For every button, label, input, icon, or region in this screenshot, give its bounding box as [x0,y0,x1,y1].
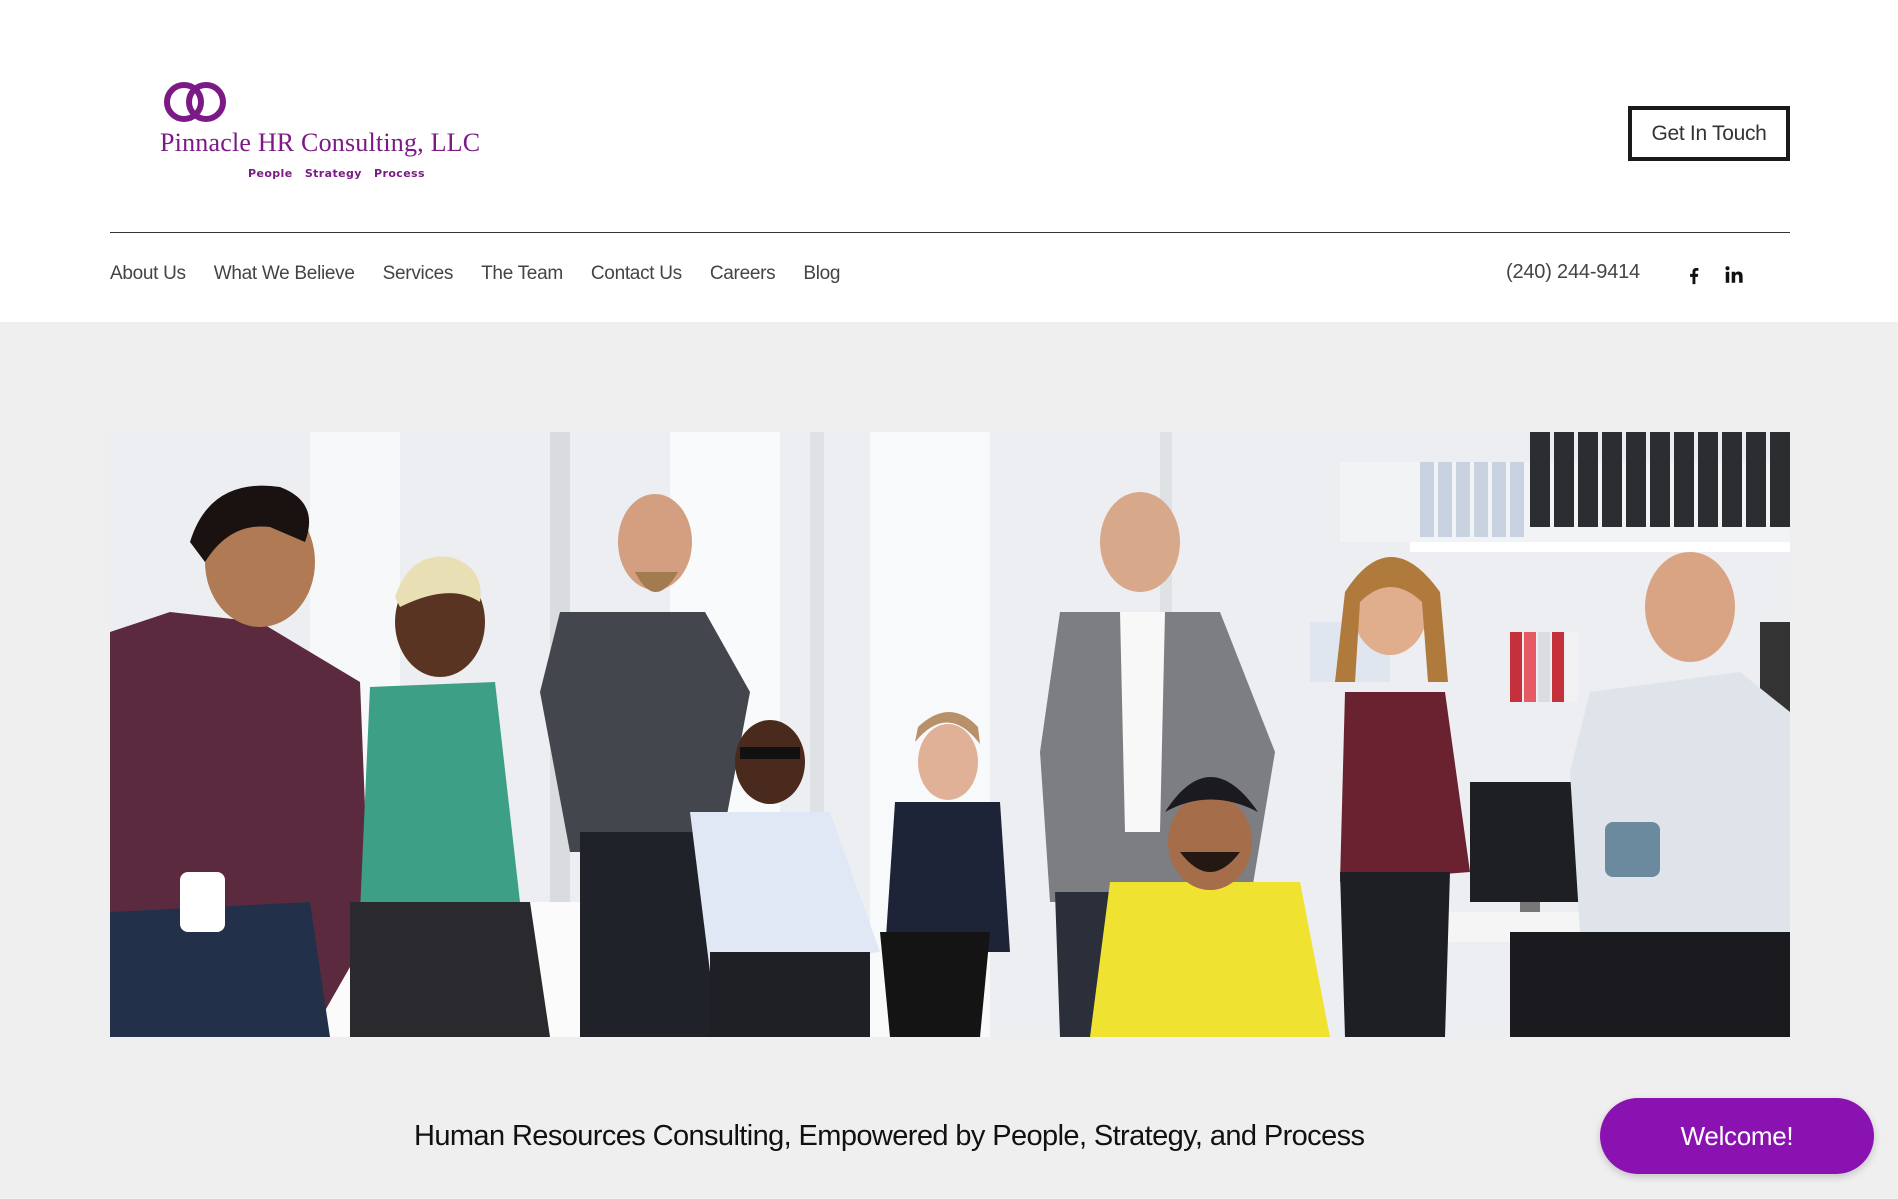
welcome-chat-button[interactable]: Welcome! [1600,1098,1874,1174]
linkedin-icon[interactable] [1721,262,1747,288]
nav-item-blog[interactable]: Blog [803,263,840,285]
company-logo[interactable]: Pinnacle HR Consulting, LLC People Strat… [160,76,510,186]
nav-item-what-we-believe[interactable]: What We Believe [214,263,355,285]
nav-item-services[interactable]: Services [383,263,454,285]
phone-number[interactable]: (240) 244-9414 [1506,261,1640,284]
nav-item-the-team[interactable]: The Team [481,263,563,285]
facebook-icon[interactable] [1681,262,1707,288]
nav-item-careers[interactable]: Careers [710,263,776,285]
main-nav: About Us What We Believe Services The Te… [110,258,840,290]
nav-item-about-us[interactable]: About Us [110,263,186,285]
site-header: Pinnacle HR Consulting, LLC People Strat… [0,0,1898,322]
nav-item-contact-us[interactable]: Contact Us [591,263,682,285]
hero-headline: Human Resources Consulting, Empowered by… [414,1120,1365,1152]
hero-team-photo [110,432,1790,1037]
logo-tagline: People Strategy Process [248,167,425,180]
header-divider [110,232,1790,233]
team-photo-illustration [110,432,1790,1037]
hero-section: Human Resources Consulting, Empowered by… [0,322,1898,1199]
logo-rings-icon [164,82,226,122]
logo-title: Pinnacle HR Consulting, LLC [160,128,481,157]
get-in-touch-button[interactable]: Get In Touch [1628,106,1790,161]
